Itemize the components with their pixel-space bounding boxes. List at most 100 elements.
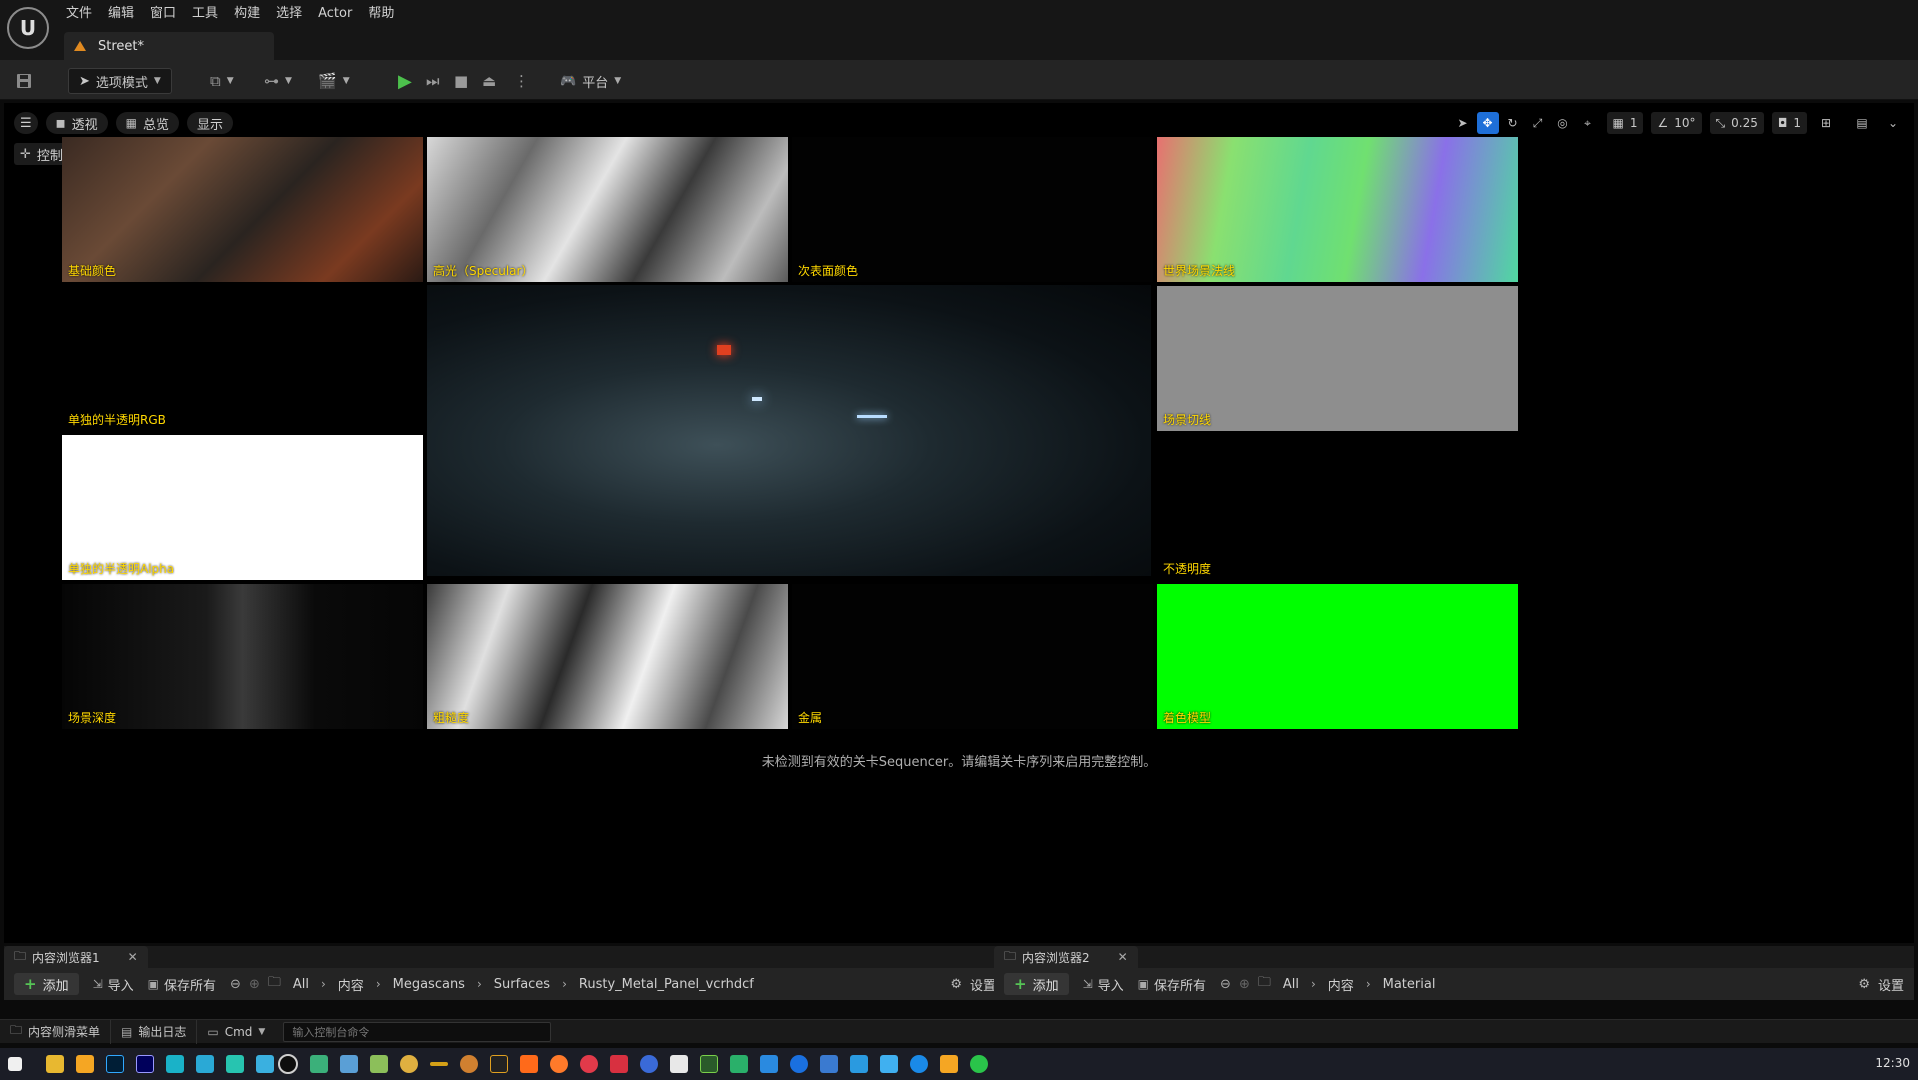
after-effects-icon[interactable] bbox=[136, 1055, 154, 1073]
breadcrumb-content[interactable]: 内容 bbox=[1328, 975, 1354, 994]
unreal-engine-taskbar-icon[interactable] bbox=[278, 1054, 298, 1074]
menu-build[interactable]: 构建 bbox=[234, 0, 272, 30]
menu-tools[interactable]: 工具 bbox=[192, 0, 230, 30]
viewport-menu-button[interactable]: ☰ bbox=[14, 112, 38, 134]
coordinate-space-icon[interactable]: ◎ bbox=[1552, 112, 1574, 134]
menu-edit[interactable]: 编辑 bbox=[108, 0, 146, 30]
import-button[interactable]: ⇲ 导入 bbox=[1083, 975, 1124, 994]
wechat-icon[interactable] bbox=[970, 1055, 988, 1073]
unreal-logo-icon[interactable]: U bbox=[7, 7, 49, 49]
breadcrumb-content[interactable]: 内容 bbox=[338, 975, 364, 994]
stop-button[interactable]: ■ bbox=[454, 68, 468, 94]
rotate-icon[interactable]: ↻ bbox=[1502, 112, 1524, 134]
breadcrumb-megascans[interactable]: Megascans bbox=[393, 977, 465, 992]
menu-actor[interactable]: Actor bbox=[318, 0, 364, 30]
view-mode-button[interactable]: ▦ 总览 bbox=[115, 112, 179, 134]
eject-button[interactable]: ⏏ bbox=[482, 68, 496, 94]
import-button[interactable]: ⇲ 导入 bbox=[93, 975, 134, 994]
app-icon-11[interactable] bbox=[520, 1055, 538, 1073]
breadcrumb-all[interactable]: All bbox=[1283, 977, 1299, 992]
grid-snap-control[interactable]: ▦ 1 bbox=[1606, 112, 1644, 134]
surface-snap-icon[interactable]: ⌖ bbox=[1577, 112, 1599, 134]
buffer-subsurface-color[interactable]: 次表面颜色 bbox=[792, 137, 1153, 282]
app-icon-16[interactable] bbox=[670, 1055, 688, 1073]
add-actor-button[interactable]: ⧉ ▼ bbox=[210, 68, 234, 94]
menu-file[interactable]: 文件 bbox=[66, 0, 104, 30]
viewport-layout-icon[interactable]: ▤ bbox=[1845, 112, 1879, 134]
blueprint-button[interactable]: ⊶ ▼ bbox=[264, 68, 292, 94]
app-icon-19[interactable] bbox=[760, 1055, 778, 1073]
maximize-viewport-icon[interactable]: ⊞ bbox=[1815, 112, 1837, 134]
app-icon-24[interactable] bbox=[940, 1055, 958, 1073]
cmd-dropdown[interactable]: ▭ Cmd ▼ bbox=[197, 1020, 275, 1044]
more-options-button[interactable]: ⋮ bbox=[514, 68, 529, 94]
app-icon-13[interactable] bbox=[580, 1055, 598, 1073]
content-browser-2-tab[interactable]: 🗀 内容浏览器2 ✕ bbox=[994, 946, 1138, 968]
blender-icon[interactable] bbox=[400, 1055, 418, 1073]
settings-button[interactable]: ⚙ 设置 bbox=[1858, 975, 1904, 994]
final-render-preview[interactable] bbox=[427, 285, 1151, 576]
buffer-scene-depth[interactable]: 场景深度 bbox=[62, 584, 423, 729]
back-arrow-icon[interactable]: ⊖ bbox=[230, 977, 241, 992]
select-mode-icon[interactable]: ➤ bbox=[1452, 112, 1474, 134]
camera-speed-control[interactable]: ◘ 1 bbox=[1771, 112, 1807, 134]
menu-select[interactable]: 选择 bbox=[276, 0, 314, 30]
breadcrumb-folder[interactable]: Rusty_Metal_Panel_vcrhdcf bbox=[579, 977, 754, 992]
app-icon-21[interactable] bbox=[820, 1055, 838, 1073]
app-icon-17[interactable] bbox=[700, 1055, 718, 1073]
app-icon-6[interactable] bbox=[340, 1055, 358, 1073]
breadcrumb-surfaces[interactable]: Surfaces bbox=[494, 977, 550, 992]
scale-snap-control[interactable]: ⤡ 0.25 bbox=[1709, 112, 1764, 134]
menu-help[interactable]: 帮助 bbox=[368, 0, 406, 30]
buffer-roughness[interactable]: 粗糙度 bbox=[427, 584, 788, 729]
buffer-shading-model[interactable]: 着色模型 bbox=[1157, 584, 1518, 729]
app-icon-4[interactable] bbox=[256, 1055, 274, 1073]
windows-start-icon[interactable] bbox=[8, 1057, 22, 1071]
scale-icon[interactable]: ⤢ bbox=[1527, 112, 1549, 134]
save-all-button[interactable]: ▣ 保存所有 bbox=[148, 975, 216, 994]
platform-dropdown[interactable]: 🎮 平台 ▼ bbox=[560, 68, 621, 94]
app-icon-20[interactable] bbox=[790, 1055, 808, 1073]
close-icon[interactable]: ✕ bbox=[128, 950, 138, 964]
app-icon-7[interactable] bbox=[370, 1055, 388, 1073]
translate-icon[interactable]: ✥ bbox=[1476, 112, 1499, 134]
forward-arrow-icon[interactable]: ⊕ bbox=[249, 977, 260, 992]
app-icon-9[interactable] bbox=[460, 1055, 478, 1073]
app-icon-15[interactable] bbox=[640, 1055, 658, 1073]
menu-window[interactable]: 窗口 bbox=[150, 0, 188, 30]
app-icon-18[interactable] bbox=[730, 1055, 748, 1073]
forward-arrow-icon[interactable]: ⊕ bbox=[1239, 977, 1250, 992]
app-icon-12[interactable] bbox=[550, 1055, 568, 1073]
photoshop-icon[interactable] bbox=[106, 1055, 124, 1073]
buffer-metallic[interactable]: 金属 bbox=[792, 584, 1153, 729]
show-button[interactable]: 显示 bbox=[187, 112, 234, 134]
file-explorer-icon[interactable] bbox=[46, 1055, 64, 1073]
app-icon-14[interactable] bbox=[610, 1055, 628, 1073]
breadcrumb-material[interactable]: Material bbox=[1383, 977, 1436, 992]
console-input[interactable]: 输入控制台命令 bbox=[283, 1021, 552, 1042]
notes-app-icon[interactable] bbox=[76, 1055, 94, 1073]
buffer-world-normal[interactable]: 世界场景法线 bbox=[1157, 137, 1518, 282]
app-icon-2[interactable] bbox=[196, 1055, 214, 1073]
cinematics-button[interactable]: 🎬 ▼ bbox=[318, 68, 350, 94]
perspective-button[interactable]: ◼ 透视 bbox=[45, 112, 108, 134]
save-all-button[interactable]: ▣ 保存所有 bbox=[1138, 975, 1206, 994]
step-button[interactable]: ⏭ bbox=[426, 68, 440, 94]
buffer-separate-translucency-rgb[interactable]: 单独的半透明RGB bbox=[62, 286, 423, 431]
app-icon-3[interactable] bbox=[226, 1055, 244, 1073]
back-arrow-icon[interactable]: ⊖ bbox=[1220, 977, 1231, 992]
close-icon[interactable]: ✕ bbox=[1118, 950, 1128, 964]
chevron-down-icon[interactable]: ⌄ bbox=[1882, 112, 1904, 134]
add-button[interactable]: + 添加 bbox=[1004, 973, 1069, 995]
content-browser-1-tab[interactable]: 🗀 内容浏览器1 ✕ bbox=[4, 946, 148, 968]
content-drawer-button[interactable]: 🗀 内容侧滑菜单 bbox=[0, 1019, 112, 1044]
add-button[interactable]: + 添加 bbox=[14, 973, 79, 995]
buffer-scene-tangent[interactable]: 场景切线 bbox=[1157, 286, 1518, 431]
buffer-separate-translucency-alpha[interactable]: 单独的半透明Alpha bbox=[62, 435, 423, 580]
play-button[interactable]: ▶ bbox=[398, 68, 412, 94]
buffer-base-color[interactable]: 基础颜色 bbox=[62, 137, 423, 282]
output-log-button[interactable]: ▤ 输出日志 bbox=[111, 1019, 198, 1044]
app-icon-10[interactable] bbox=[490, 1055, 508, 1073]
rotation-snap-control[interactable]: ∠ 10° bbox=[1651, 112, 1702, 134]
selection-mode-dropdown[interactable]: ➤ 选项模式 ▼ bbox=[68, 68, 172, 94]
